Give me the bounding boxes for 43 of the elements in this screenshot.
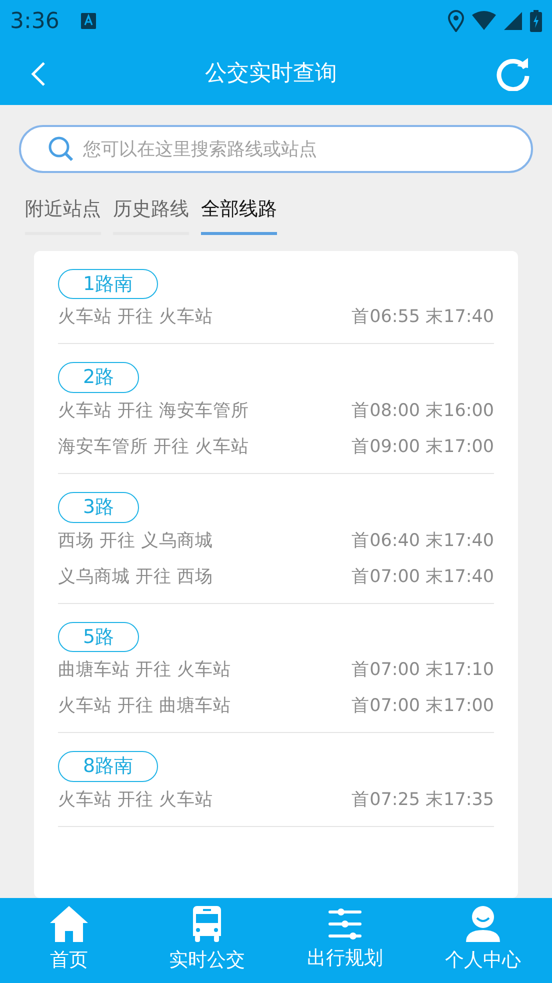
route-direction: 火车站 开往 曲塘车站	[58, 695, 232, 718]
route-direction: 火车站 开往 火车站	[58, 788, 214, 812]
route-badge[interactable]: 8路南	[58, 751, 158, 782]
service-times: 首07:25 末17:35	[352, 788, 494, 812]
status-time: 3:36	[10, 8, 60, 36]
location-icon	[448, 10, 464, 32]
refresh-icon[interactable]	[496, 56, 530, 90]
home-icon	[50, 906, 88, 942]
route-badge[interactable]: 2路	[58, 362, 140, 393]
route-direction: 义乌商城 开往 西场	[58, 566, 214, 589]
person-icon	[466, 906, 500, 942]
tab[interactable]: 附近站点	[25, 193, 101, 234]
service-times: 首09:00 末17:00	[352, 436, 494, 459]
battery-icon	[530, 10, 542, 32]
nav-tab[interactable]: 实时公交	[142, 905, 272, 976]
route-badge[interactable]: 5路	[58, 622, 140, 652]
route-direction: 曲塘车站 开往 火车站	[58, 659, 232, 682]
service-times: 首07:00 末17:10	[352, 659, 494, 682]
sliders-icon	[328, 908, 362, 940]
wifi-icon	[472, 11, 496, 31]
bus-icon	[193, 906, 221, 942]
route-direction: 火车站 开往 火车站	[58, 306, 214, 330]
nav-tab[interactable]: 个人中心	[418, 905, 548, 976]
service-times: 首07:00 末17:00	[352, 695, 494, 718]
service-times: 首07:00 末17:40	[352, 566, 494, 589]
route-direction: 西场 开往 义乌商城	[58, 530, 214, 553]
back-icon[interactable]	[30, 60, 46, 86]
nav-tab[interactable]: 出行规划	[280, 907, 410, 974]
signal-icon	[504, 12, 522, 30]
tab[interactable]: 全部线路	[201, 193, 277, 234]
search-field[interactable]: 您可以在这里搜索路线或站点	[19, 125, 533, 173]
service-times: 首06:40 末17:40	[352, 530, 494, 553]
service-times: 首06:55 末17:40	[352, 306, 494, 330]
nav-tab[interactable]: 首页	[4, 905, 134, 976]
route-direction: 火车站 开往 海安车管所	[58, 400, 250, 423]
route-direction: 海安车管所 开往 火车站	[58, 436, 250, 459]
route-badge[interactable]: 3路	[58, 492, 140, 523]
route-badge[interactable]: 1路南	[58, 268, 158, 300]
service-times: 首08:00 末16:00	[352, 400, 494, 423]
search-icon	[48, 136, 74, 162]
app-title: 公交实时查询	[205, 60, 337, 88]
keyboard-icon	[81, 13, 96, 29]
tab[interactable]: 历史路线	[113, 193, 189, 234]
